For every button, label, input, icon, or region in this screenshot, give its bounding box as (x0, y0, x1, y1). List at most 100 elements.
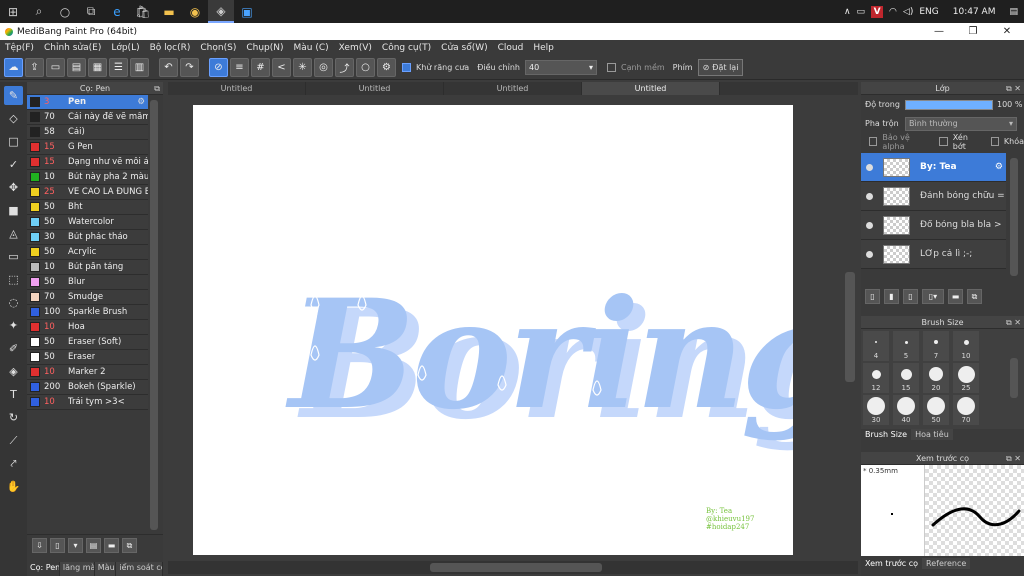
check-tool-icon[interactable]: ✓ (4, 155, 23, 174)
antivirus-icon[interactable]: V (871, 5, 884, 18)
medibang-taskbar-icon[interactable]: ◈ (208, 0, 234, 23)
eraser-tool-icon[interactable]: ◇ (4, 109, 23, 128)
snap-off-icon[interactable]: ⊘ (209, 57, 228, 77)
cloud-download-icon[interactable]: ⇩ (32, 538, 47, 553)
circle-snap-icon[interactable]: ○ (356, 57, 375, 77)
brush-item[interactable]: 58 Cái) (27, 125, 148, 140)
menu-color[interactable]: Màu (C) (289, 43, 334, 53)
network-icon[interactable]: ◠ (889, 7, 897, 17)
brush-item[interactable]: 10 Hoa (27, 320, 148, 335)
popout-icon[interactable]: ⧉ ✕ (1006, 316, 1021, 329)
add-brush-icon[interactable]: ▾ (68, 538, 83, 553)
eye-icon[interactable] (866, 221, 873, 229)
duplicate-brush-icon[interactable]: ⧉ (122, 538, 137, 553)
undo-icon[interactable]: ↶ (159, 57, 178, 77)
store-icon[interactable]: 🛍 (130, 0, 156, 23)
snap-settings-icon[interactable]: ⚙ (377, 57, 396, 77)
tab-reference[interactable]: Reference (922, 558, 971, 569)
protect-alpha-checkbox[interactable] (869, 137, 878, 146)
popout-icon[interactable]: ⧉ (154, 82, 160, 95)
layer-list-scrollbar[interactable] (1010, 158, 1018, 276)
brush-size-option[interactable]: 50 (923, 395, 949, 425)
eye-icon[interactable] (866, 192, 873, 200)
tab-brush-control[interactable]: iểm soát cọ (116, 562, 163, 576)
clip-checkbox[interactable] (939, 137, 948, 146)
gear-icon[interactable]: ⚙ (137, 97, 145, 107)
menu-tools[interactable]: Công cụ(T) (377, 43, 436, 53)
brush-item[interactable]: 3 Pen ⚙ (27, 95, 148, 110)
close-button[interactable]: ✕ (990, 23, 1024, 40)
photos-icon[interactable]: ▣ (234, 0, 260, 23)
edge-icon[interactable]: e (104, 0, 130, 23)
layer-item[interactable]: LỚp cá lì ;-; (861, 240, 1006, 269)
brush-item[interactable]: 50 Blur (27, 275, 148, 290)
eye-icon[interactable] (866, 250, 873, 258)
add-image-layer-icon[interactable]: ▯ (903, 289, 918, 304)
menu-help[interactable]: Help (528, 43, 559, 53)
canvas-horizontal-scrollbar[interactable] (430, 563, 602, 572)
layer-item[interactable]: Đánh bóng chữu = (861, 182, 1006, 211)
chat-icon[interactable]: ▤ (67, 57, 86, 77)
operation-tool-icon[interactable]: ↻ (4, 408, 23, 427)
menu-window[interactable]: Cửa sổ(W) (436, 43, 492, 53)
comment-icon[interactable]: ▭ (46, 57, 65, 77)
text-tool-icon[interactable]: T (4, 385, 23, 404)
adjust-select[interactable]: 40 ▾ (524, 59, 597, 75)
brush-item[interactable]: 50 Bht (27, 200, 148, 215)
brush-item[interactable]: 70 Smudge (27, 290, 148, 305)
new-layer-alt-icon[interactable]: ▮ (884, 289, 899, 304)
brush-size-option[interactable]: 10 (953, 331, 979, 361)
brush-item[interactable]: 100 Sparkle Brush (27, 305, 148, 320)
brush-size-option[interactable]: 20 (923, 363, 949, 393)
antialias-checkbox[interactable] (402, 62, 411, 72)
tab-brush-preview[interactable]: Xem trước cọ (861, 558, 923, 569)
menu-edit[interactable]: Chỉnh sửa(E) (39, 43, 106, 53)
brush-item[interactable]: 30 Bút phác thảo (27, 230, 148, 245)
menu-view[interactable]: Xem(V) (334, 43, 377, 53)
brush-item[interactable]: 15 G Pen (27, 140, 148, 155)
blend-select[interactable]: Bình thường ▾ (905, 116, 1017, 131)
folder-icon[interactable]: ▬ (156, 0, 182, 23)
brush-item[interactable]: 50 Acrylic (27, 245, 148, 260)
brush-item[interactable]: 70 Cái này để vẽ mâm (27, 110, 148, 125)
lasso-tool-icon[interactable]: ◌ (4, 293, 23, 312)
lock-checkbox[interactable] (990, 137, 999, 146)
magic-wand-icon[interactable]: ✦ (4, 316, 23, 335)
brush-item[interactable]: 50 Watercolor (27, 215, 148, 230)
menu-cloud[interactable]: Cloud (493, 43, 529, 53)
eye-icon[interactable] (866, 163, 873, 171)
layer-item[interactable]: By: Tea ⚙ (861, 153, 1006, 182)
tab-palette[interactable]: lăng mà (59, 562, 95, 576)
parallel-snap-icon[interactable]: ≡ (230, 57, 249, 77)
brush-item[interactable]: 50 Eraser (Soft) (27, 335, 148, 350)
gradient-tool-icon[interactable]: ▭ (4, 247, 23, 266)
soft-edge-checkbox[interactable] (606, 62, 616, 72)
opacity-slider[interactable] (905, 99, 993, 110)
layers-icon[interactable]: ☰ (109, 57, 128, 77)
tab-brush[interactable]: Cọ: Pen (27, 562, 60, 576)
bucket-tool-icon[interactable]: ◬ (4, 224, 23, 243)
menu-filter[interactable]: Bộ lọc(R) (145, 43, 196, 53)
drawing-canvas[interactable]: Boring Boring By: Tea @khieuvu197 #hoida… (193, 105, 858, 555)
gear-icon[interactable]: ⚙ (995, 162, 1003, 172)
move-tool-icon[interactable]: ✥ (4, 178, 23, 197)
clock[interactable]: 10:47 AM (953, 7, 996, 17)
select-eraser-icon[interactable]: ◈ (4, 362, 23, 381)
layer-folder-icon[interactable]: ▬ (948, 289, 963, 304)
brush-item[interactable]: 50 Eraser (27, 350, 148, 365)
select-pen-icon[interactable]: ✐ (4, 339, 23, 358)
battery-icon[interactable]: ▭ (857, 7, 866, 17)
new-brush-icon[interactable]: ▯ (50, 538, 65, 553)
menu-layer[interactable]: Lớp(L) (106, 43, 144, 53)
reset-button[interactable]: ⊘ Đặt lại (697, 58, 744, 76)
search-icon[interactable]: ⌕ (26, 0, 52, 23)
tab-color[interactable]: Màu (94, 562, 117, 576)
cloud-icon[interactable]: ☁ (4, 57, 23, 77)
brush-size-option[interactable]: 15 (893, 363, 919, 393)
brush-size-option[interactable]: 25 (953, 363, 979, 393)
doc-tab[interactable]: Untitled (168, 82, 306, 95)
brush-item[interactable]: 10 Marker 2 (27, 365, 148, 380)
curve-snap-icon[interactable]: ⤴ (335, 57, 354, 77)
tab-navigator[interactable]: Hoa tiêu (911, 429, 953, 440)
doc-tab-active[interactable]: Untitled (582, 82, 720, 95)
